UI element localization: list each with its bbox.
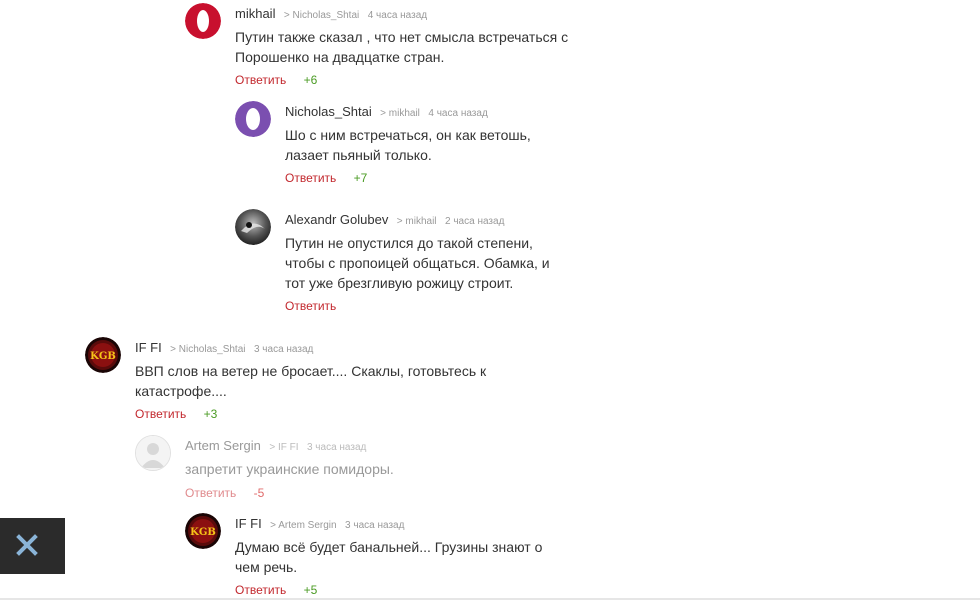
comment-actions: Ответить -5 [185, 485, 264, 501]
comment-meta: IF FI > Artem Sergin 3 часа назад [235, 516, 404, 532]
reply-button[interactable]: Ответить [235, 583, 286, 597]
comment-actions: Ответить [285, 298, 336, 314]
comment-author[interactable]: IF FI [135, 340, 162, 355]
kgb-logo[interactable]: KGB [85, 337, 121, 373]
svg-text:KGB: KGB [190, 527, 216, 538]
default-user-avatar[interactable] [135, 435, 171, 471]
comment-time: 3 часа назад [345, 520, 405, 531]
comment-actions: Ответить +3 [135, 406, 217, 422]
reply-button[interactable]: Ответить [285, 171, 336, 185]
comment-reply-to[interactable]: > Nicholas_Shtai [284, 10, 359, 21]
reply-button[interactable]: Ответить [185, 486, 236, 500]
comment-meta: Alexandr Golubev > mikhail 2 часа назад [285, 212, 504, 228]
comment-time: 2 часа назад [445, 216, 505, 227]
comment-author[interactable]: Alexandr Golubev [285, 212, 388, 227]
comment-reply-to[interactable]: > Nicholas_Shtai [170, 344, 245, 355]
comment-score: +6 [303, 73, 318, 87]
svg-text:KGB: KGB [90, 351, 116, 362]
comment-score: +3 [203, 407, 218, 421]
comment-time: 4 часа назад [428, 108, 488, 119]
comment-meta: Artem Sergin > IF FI 3 часа назад [185, 438, 366, 454]
comment-author[interactable]: IF FI [235, 516, 262, 531]
comment-text: ВВП слов на ветер не бросает.... Скаклы,… [135, 363, 487, 399]
comment-meta: Nicholas_Shtai > mikhail 4 часа назад [285, 104, 488, 120]
comment-item: mikhail > Nicholas_Shtai 4 часа назад Пу… [185, 3, 585, 93]
reply-button[interactable]: Ответить [285, 299, 336, 313]
comment-author[interactable]: Nicholas_Shtai [285, 104, 372, 119]
comment-score: +7 [353, 171, 368, 185]
kgb-logo[interactable]: KGB [185, 513, 221, 549]
comment-reply-to[interactable]: > mikhail [397, 216, 437, 227]
opera-purple-icon[interactable] [235, 101, 271, 137]
comment-time: 3 часа назад [306, 442, 367, 453]
comment-meta: mikhail > Nicholas_Shtai 4 часа назад [235, 6, 427, 22]
comment-reply-to[interactable]: > IF FI [269, 442, 298, 453]
comment-item: KGB IF FI > Nicholas_Shtai 3 часа назад … [85, 337, 515, 427]
comment-item: Artem Sergin > IF FI 3 часа назад запрет… [135, 435, 535, 505]
comment-reply-to[interactable]: > mikhail [380, 108, 420, 119]
comment-time: 3 часа назад [253, 344, 314, 355]
comment-score: -5 [253, 486, 265, 500]
comment-reply-to[interactable]: > Artem Sergin [270, 520, 336, 531]
comment-item: Alexandr Golubev > mikhail 2 часа назад … [235, 209, 595, 319]
close-icon [16, 534, 38, 556]
comment-text: Путин также сказал , что нет смысла встр… [235, 29, 569, 65]
comment-text: Путин не опустился до такой степени, что… [285, 235, 550, 291]
comment-actions: Ответить +6 [235, 72, 317, 88]
comment-time: 4 часа назад [367, 10, 428, 21]
comment-text: Думаю всё будет банальней... Грузины зна… [235, 539, 543, 575]
reply-button[interactable]: Ответить [135, 407, 186, 421]
comment-author[interactable]: mikhail [235, 6, 275, 21]
photo-avatar[interactable] [235, 209, 271, 245]
opera-red-icon[interactable] [185, 3, 221, 39]
comment-meta: IF FI > Nicholas_Shtai 3 часа назад [135, 340, 313, 356]
comment-item: Nicholas_Shtai > mikhail 4 часа назад Шо… [235, 101, 595, 191]
comment-text: Шо с ним встречаться, он как ветошь, лаз… [285, 127, 531, 163]
comment-actions: Ответить +5 [235, 582, 317, 598]
reply-button[interactable]: Ответить [235, 73, 286, 87]
comment-author[interactable]: Artem Sergin [185, 438, 261, 453]
close-button[interactable] [0, 518, 65, 574]
comment-score: +5 [303, 583, 318, 597]
comment-actions: Ответить +7 [285, 170, 367, 186]
comment-item: KGB IF FI > Artem Sergin 3 часа назад Ду… [185, 513, 585, 598]
comment-text: запретит украинские помидоры. [185, 461, 394, 477]
